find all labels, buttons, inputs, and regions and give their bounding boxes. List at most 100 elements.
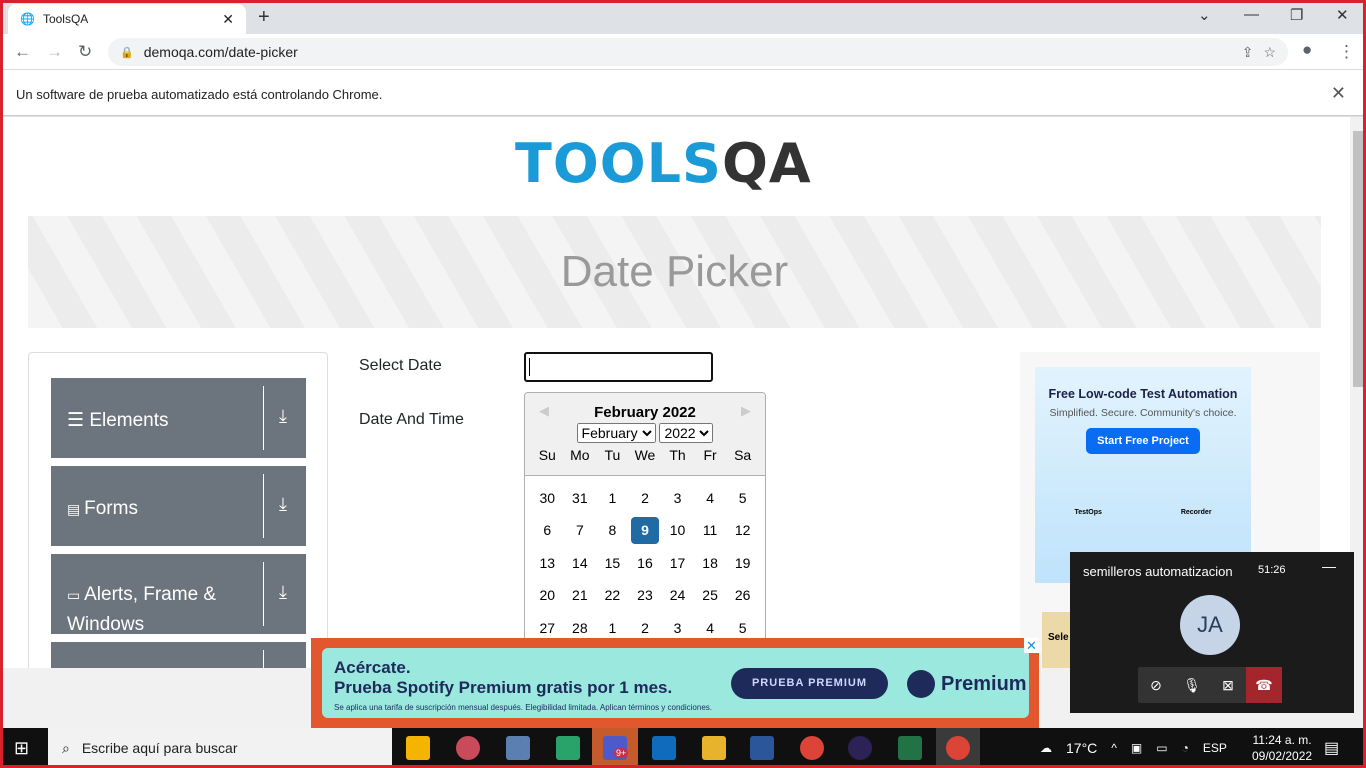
calendar-day[interactable]: 9 — [630, 517, 659, 545]
restore-button[interactable]: ❐ — [1290, 6, 1303, 24]
calendar-header: ◀ ▶ February 2022 February 2022 Su Mo Tu We… — [525, 393, 765, 476]
minimize-icon[interactable]: — — [1322, 558, 1336, 574]
media-app-icon[interactable] — [556, 736, 580, 760]
calendar-day[interactable]: 4 — [696, 485, 724, 512]
clock[interactable]: 11:24 a. m. 09/02/2022 — [1252, 732, 1312, 764]
forward-icon[interactable]: → — [46, 42, 63, 62]
calendar-day[interactable]: 17 — [664, 550, 692, 577]
brand-text: Premium — [941, 672, 1027, 695]
spotify-ad[interactable]: Acércate. Prueba Spotify Premium gratis p… — [311, 638, 1039, 728]
calendar-day[interactable]: 5 — [729, 485, 757, 512]
weather-icon[interactable]: ☁ — [1040, 741, 1052, 755]
divider — [263, 562, 264, 626]
sidebar-item-elements[interactable]: ☰ Elements ⤓ — [51, 378, 306, 458]
outlook-icon[interactable] — [652, 736, 676, 760]
calendar-day[interactable]: 8 — [598, 517, 626, 544]
month-select[interactable]: February — [576, 423, 656, 443]
teams-call-window[interactable]: semilleros automatizacion 51:26 — JA ⊘ 🎙… — [1070, 552, 1354, 713]
tab-search-icon[interactable]: ⌄ — [1198, 6, 1211, 24]
profile-icon[interactable]: ● — [1302, 40, 1312, 60]
close-ad-icon[interactable]: ✕ — [1024, 638, 1039, 653]
browser-tab[interactable]: 🌐 ToolsQA ✕ — [8, 4, 246, 34]
battery-icon[interactable]: ▭ — [1156, 741, 1167, 755]
calendar-day[interactable]: 20 — [533, 582, 561, 609]
calendar-day[interactable]: 19 — [729, 550, 757, 577]
calendar-day[interactable]: 30 — [533, 485, 561, 512]
calendar-day[interactable]: 2 — [631, 485, 659, 512]
day-name: Fr — [703, 447, 717, 463]
calendar-day[interactable]: 12 — [729, 517, 757, 544]
select-date-input[interactable] — [524, 352, 713, 382]
snipping-icon[interactable] — [456, 736, 480, 760]
reload-icon[interactable]: ↻ — [78, 42, 92, 62]
window-icon: ▭ — [67, 587, 85, 603]
calendar-day[interactable]: 6 — [533, 517, 561, 544]
previous-month-icon[interactable]: ◀ — [539, 403, 549, 419]
minimize-button[interactable]: — — [1244, 6, 1259, 23]
share-screen-icon[interactable]: ⊠ — [1210, 667, 1246, 703]
prueba-premium-button[interactable]: PRUEBA PREMIUM — [731, 668, 888, 699]
calendar-day[interactable]: 7 — [566, 517, 594, 544]
calendar-day[interactable]: 16 — [631, 550, 659, 577]
calendar-week: 6 7 8 9 10 11 12 — [525, 515, 765, 548]
year-select[interactable]: 2022 — [659, 423, 714, 443]
calendar-day[interactable]: 18 — [696, 550, 724, 577]
calendar-day[interactable]: 10 — [664, 517, 692, 544]
toolsqa-logo[interactable]: TOOLSQA — [515, 132, 812, 195]
calendar-day[interactable]: 1 — [598, 485, 626, 512]
notifications-icon[interactable]: ▤ — [1324, 738, 1339, 758]
calendar-day[interactable]: 11 — [696, 517, 724, 544]
sidebar-item-alerts[interactable]: ▭ Alerts, Frame & Windows ⤓ — [51, 554, 306, 635]
close-tab-icon[interactable]: ✕ — [222, 11, 234, 28]
word-icon[interactable] — [750, 736, 774, 760]
chevron-up-icon[interactable]: ^ — [1111, 741, 1117, 755]
back-icon[interactable]: ← — [14, 42, 31, 62]
windows-start-icon[interactable]: ⊞ — [14, 738, 29, 759]
chrome-icon[interactable] — [800, 736, 824, 760]
tab-title: ToolsQA — [42, 12, 89, 26]
language[interactable]: ESP — [1203, 741, 1227, 755]
tray-app-icon[interactable]: ▣ — [1131, 741, 1142, 755]
sidebar-item-widgets[interactable] — [51, 642, 306, 668]
calendar-day[interactable]: 26 — [729, 582, 757, 609]
wifi-icon[interactable]: ◔ — [1182, 741, 1189, 755]
calendar-day[interactable]: 13 — [533, 550, 561, 577]
form-icon: ▤ — [67, 501, 85, 517]
address-bar[interactable]: 🔒 demoqa.com/date-picker ⇪ ☆ — [108, 38, 1288, 66]
calendar-day[interactable]: 31 — [566, 485, 594, 512]
close-window-button[interactable]: ✕ — [1336, 6, 1349, 24]
next-month-icon[interactable]: ▶ — [741, 403, 751, 419]
scrollbar-thumb[interactable] — [1353, 131, 1363, 387]
share-icon[interactable]: ⇪ — [1242, 44, 1254, 61]
eclipse-icon[interactable] — [848, 736, 872, 760]
calendar-day[interactable]: 25 — [696, 582, 724, 609]
meeting-name: semilleros automatizacion — [1083, 564, 1233, 579]
network-app-icon[interactable] — [506, 736, 530, 760]
calendar-day[interactable]: 22 — [598, 582, 626, 609]
download-icon: ⤓ — [279, 494, 287, 514]
camera-off-icon[interactable]: ⊘ — [1138, 667, 1174, 703]
calendar-day[interactable]: 3 — [664, 485, 692, 512]
calendar-day[interactable]: 15 — [598, 550, 626, 577]
calendar-day[interactable]: 21 — [566, 582, 594, 609]
microphone-icon[interactable]: 🎙 — [1174, 667, 1210, 703]
excel-icon[interactable] — [898, 736, 922, 760]
teams-taskbar-icon[interactable]: 9+ — [592, 728, 638, 768]
start-free-project-button[interactable]: Start Free Project — [1086, 428, 1200, 454]
calendar-day[interactable]: 24 — [664, 582, 692, 609]
app-icon[interactable] — [702, 736, 726, 760]
file-explorer-icon[interactable] — [406, 736, 430, 760]
hang-up-icon[interactable]: ☎ — [1246, 667, 1282, 703]
calendar-day[interactable]: 14 — [566, 550, 594, 577]
taskbar-search[interactable]: ⌕ Escribe aquí para buscar — [48, 728, 392, 768]
temperature[interactable]: 17°C — [1066, 740, 1097, 756]
close-infobar-icon[interactable]: ✕ — [1331, 83, 1346, 104]
calendar-day[interactable]: 23 — [631, 582, 659, 609]
sidebar-item-forms[interactable]: ▤ Forms ⤓ — [51, 466, 306, 546]
chrome-active-icon[interactable] — [936, 728, 980, 768]
menu-icon[interactable]: ⋮ — [1338, 42, 1355, 62]
star-icon[interactable]: ☆ — [1263, 44, 1276, 61]
url-text: demoqa.com/date-picker — [143, 44, 298, 60]
ad-title: Free Low-code Test Automation — [1048, 387, 1238, 401]
new-tab-button[interactable]: + — [258, 6, 270, 29]
